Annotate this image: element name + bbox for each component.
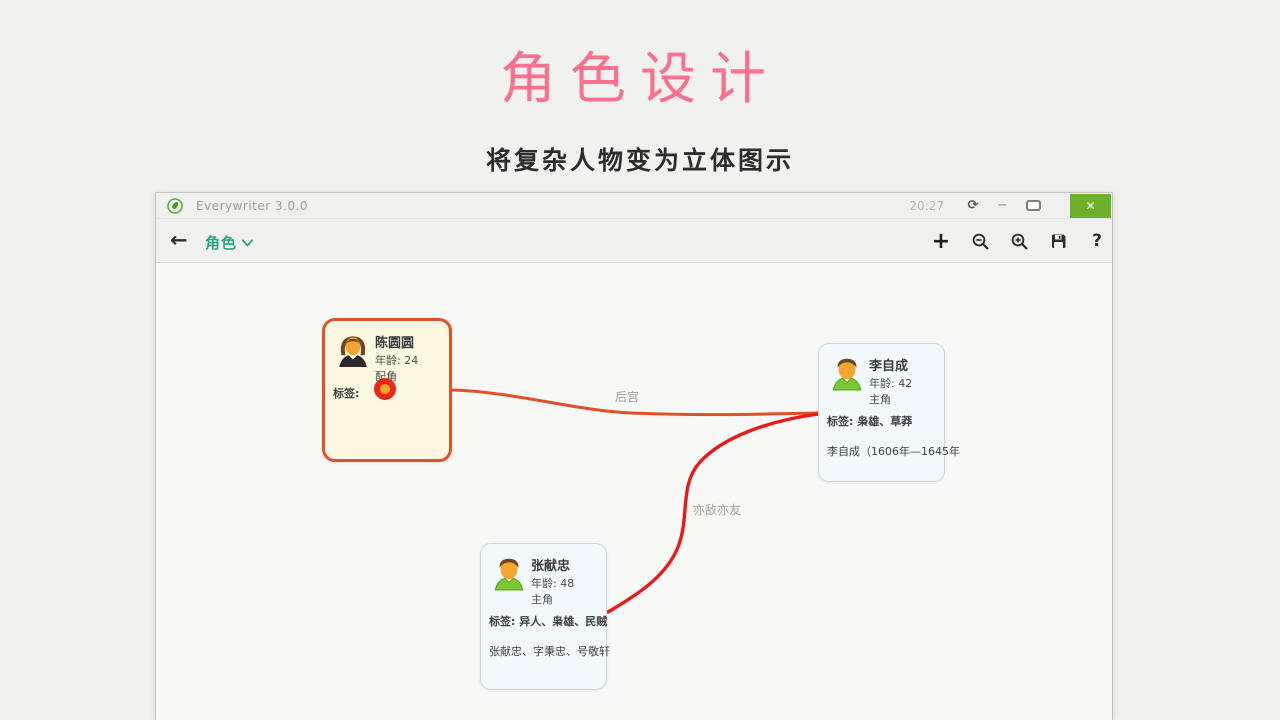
save-icon [1050,233,1067,250]
character-note: 李自成（1606年—1645年 [827,443,960,459]
save-button[interactable] [1049,219,1067,263]
add-character-button[interactable]: + [932,219,950,263]
page-header: 角色设计 将复杂人物变为立体图示 [0,0,1280,177]
app-window: Everywriter 3.0.0 20:27 ⟳ − ✕ ← 角色 + [155,192,1113,720]
diagram-canvas[interactable]: 后宫 亦敌亦友 陈圆圆 年龄: 24 配角 标签: 李自成 [156,263,1112,720]
character-age: 年龄: 24 [375,352,418,368]
character-note: 张献忠、字秉忠、号敬轩 [489,643,610,659]
page-title: 角色设计 [0,34,1280,115]
character-role: 主角 [531,591,553,607]
clock: 20:27 [909,199,944,213]
chevron-down-icon [242,239,253,247]
relationship-wires: 后宫 亦敌亦友 [156,263,1112,720]
minimize-button[interactable]: − [992,193,1012,218]
maximize-button[interactable] [1020,193,1046,218]
page-subtitle: 将复杂人物变为立体图示 [0,141,1280,177]
link-label-harem[interactable]: 后宫 [615,389,639,404]
window-titlebar: Everywriter 3.0.0 20:27 ⟳ − ✕ [156,193,1112,219]
help-button[interactable]: ? [1088,219,1106,263]
zoom-out-icon [972,233,989,250]
male-avatar-icon [491,555,527,591]
character-card-zhangxianzhong[interactable]: 张献忠 年龄: 48 主角 标签: 异人、枭雄、民贼 张献忠、字秉忠、号敬轩 [480,543,607,690]
app-title: Everywriter 3.0.0 [196,199,308,213]
close-button[interactable]: ✕ [1070,194,1111,218]
character-card-chenyuanyuan[interactable]: 陈圆圆 年龄: 24 配角 标签: [322,318,452,462]
view-selector[interactable]: 角色 [205,232,253,253]
app-logo-icon [167,198,183,214]
maximize-icon [1026,200,1041,211]
view-selector-label: 角色 [205,232,237,253]
back-button[interactable]: ← [170,228,188,252]
tag-dot[interactable] [374,378,396,400]
character-age: 年龄: 48 [531,575,574,591]
zoom-in-icon [1011,233,1028,250]
character-tags: 标签: 异人、枭雄、民贼 [489,613,607,629]
toolbar-actions: + [932,219,1106,263]
character-role: 主角 [869,391,891,407]
character-name: 李自成 [869,355,908,374]
character-age: 年龄: 42 [869,375,912,391]
female-avatar-icon [335,332,371,368]
character-tags: 标签: 枭雄、草莽 [827,413,912,429]
character-name: 陈圆圆 [375,332,414,351]
character-tags-label: 标签: [333,385,359,401]
male-avatar-icon [829,355,865,391]
toolbar: ← 角色 + [156,219,1112,263]
zoom-in-button[interactable] [1010,219,1028,263]
character-name: 张献忠 [531,555,570,574]
link-label-frenemy[interactable]: 亦敌亦友 [693,502,741,517]
refresh-button[interactable]: ⟳ [962,193,984,218]
zoom-out-button[interactable] [971,219,989,263]
character-card-lizicheng[interactable]: 李自成 年龄: 42 主角 标签: 枭雄、草莽 李自成（1606年—1645年 [818,343,945,482]
